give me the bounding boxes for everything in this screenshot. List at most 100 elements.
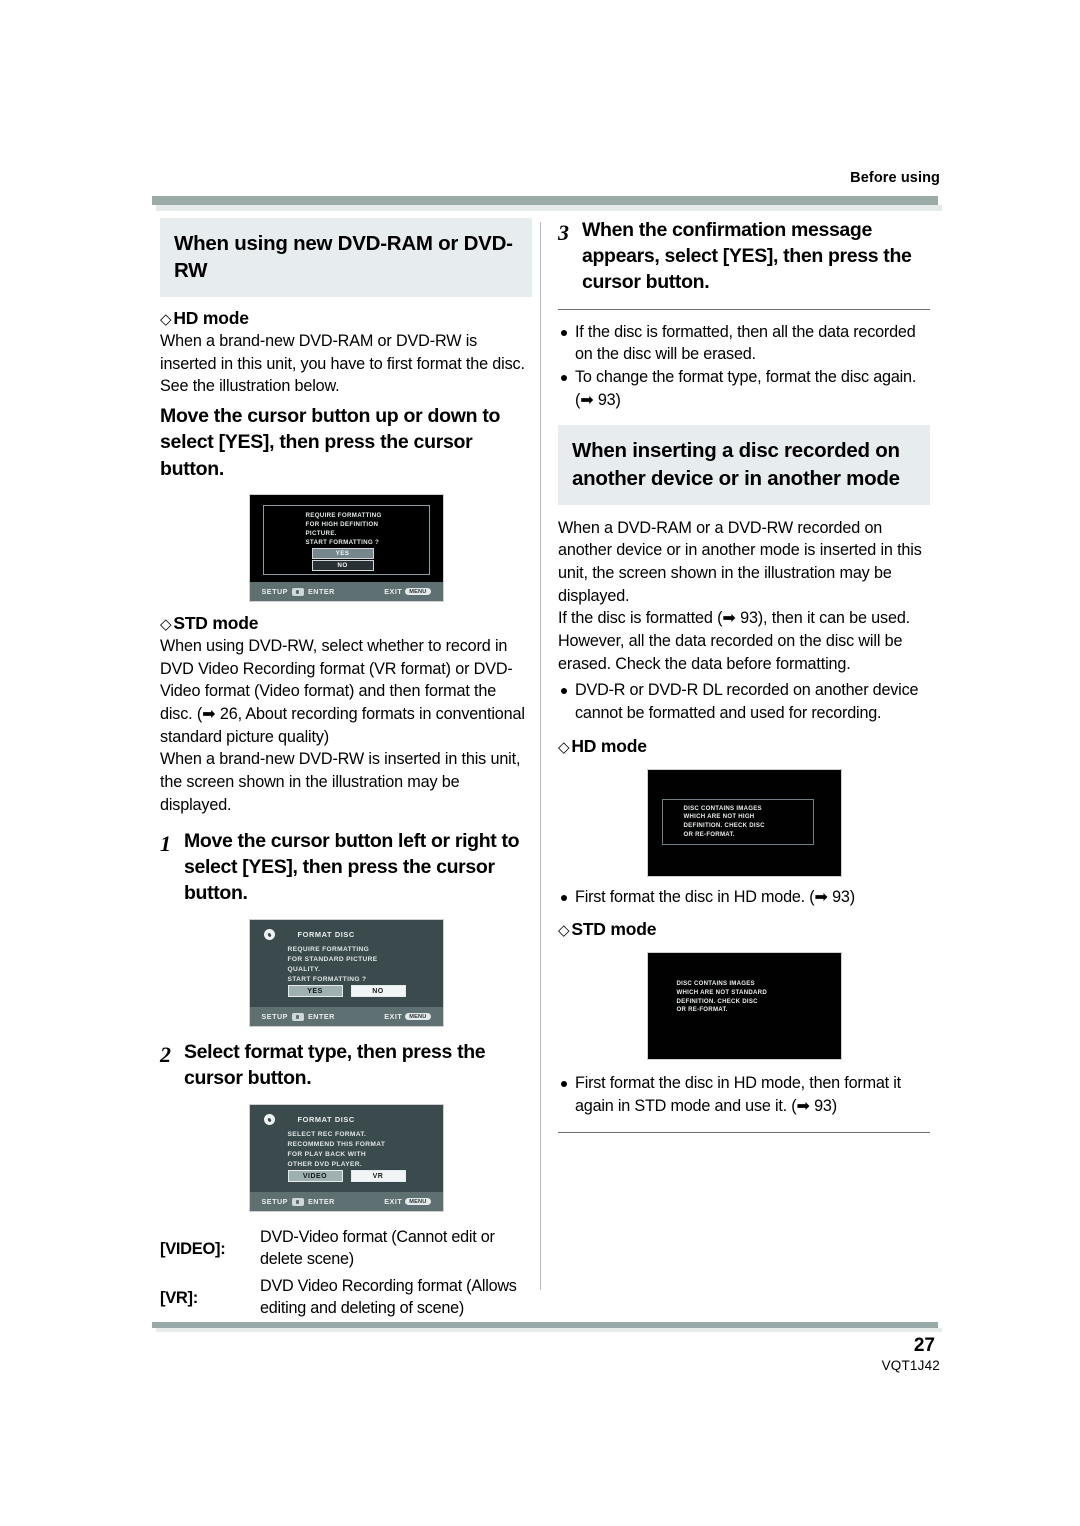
- step-3-notes: If the disc is formatted, then all the d…: [558, 321, 930, 412]
- hd-format-line-2: FOR HIGH DEFINITION: [305, 521, 379, 529]
- page-number: 27: [913, 1335, 935, 1356]
- other-device-body-2: If the disc is formatted (➡ 93), then it…: [558, 609, 911, 673]
- disc-icon: [263, 929, 275, 941]
- hd-format-line-4: START FORMATTING ?: [305, 539, 380, 546]
- subheading-hd-mode: ◇ HD mode: [160, 308, 532, 329]
- document-code: VQT1J42: [881, 1358, 940, 1373]
- step-2-number: 2: [160, 1042, 171, 1068]
- diamond-icon: ◇: [160, 311, 172, 329]
- definition-desc-video: DVD-Video format (Cannot edit or delete …: [260, 1228, 495, 1269]
- step-2-screen: FORMAT DISC SELECT REC FORMAT. RECOMMEND…: [248, 1104, 444, 1213]
- bottom-rule-shadow: [156, 1328, 942, 1332]
- hd-format-footbar: SETUP ENTER EXIT MENU: [249, 582, 443, 602]
- step-1-screen-line-2: FOR STANDARD PICTURE: [287, 956, 378, 964]
- hd-warning-screen: DISC CONTAINS IMAGES WHICH ARE NOT HIGH …: [646, 768, 842, 877]
- step-1-footbar: SETUP ENTER EXIT MENU: [249, 1007, 443, 1027]
- step-2-foot-left: SETUP ENTER: [262, 1197, 335, 1206]
- std-warning-msgbox: DISC CONTAINS IMAGES WHICH ARE NOT STAND…: [656, 975, 824, 1027]
- step-3-number: 3: [558, 220, 569, 245]
- step-2-vr-button[interactable]: VR: [350, 1170, 406, 1183]
- subheading-std-mode-right: ◇ STD mode: [558, 919, 930, 940]
- step-1-screen-wrap: FORMAT DISC REQUIRE FORMATTING FOR STAND…: [160, 919, 532, 1028]
- step-1-foot-exit: EXIT: [384, 1012, 403, 1022]
- step-1-screen-buttons: YES NO: [287, 985, 406, 998]
- step-1-screen: FORMAT DISC REQUIRE FORMATTING FOR STAND…: [248, 919, 444, 1028]
- hd-warning-line-2: WHICH ARE NOT HIGH: [683, 813, 755, 821]
- step-2-screen-line-2: RECOMMEND THIS FORMAT: [287, 1141, 386, 1149]
- step-2-video-button[interactable]: VIDEO: [287, 1170, 343, 1183]
- step-1-no-button[interactable]: NO: [350, 985, 406, 998]
- menu-button-icon: MENU: [405, 1198, 431, 1206]
- step-2-footbar: SETUP ENTER EXIT MENU: [249, 1192, 443, 1212]
- hd-format-foot-enter: ENTER: [307, 587, 335, 597]
- subheading-hd-mode-label: HD mode: [173, 308, 249, 329]
- step-1-yes-button[interactable]: YES: [287, 985, 343, 998]
- definition-term-vr: [VR]:: [160, 1288, 198, 1307]
- step-1-foot-setup: SETUP: [261, 1012, 288, 1022]
- cursor-pad-icon: [291, 587, 304, 596]
- definition-term-video: [VIDEO]:: [160, 1240, 226, 1259]
- left-column: When using new DVD-RAM or DVD-RW ◇ HD mo…: [160, 218, 532, 1323]
- hd-warning-msgbox: DISC CONTAINS IMAGES WHICH ARE NOT HIGH …: [661, 798, 814, 845]
- step-3-note-1: If the disc is formatted, then all the d…: [558, 321, 930, 366]
- hd-format-foot-setup: SETUP: [261, 587, 288, 597]
- step-1-text: Move the cursor button left or right to …: [184, 830, 520, 905]
- format-definitions: [VIDEO]: DVD-Video format (Cannot edit o…: [160, 1226, 532, 1319]
- step-2-text: Select format type, then press the curso…: [184, 1041, 486, 1090]
- step-1-screen-lines: REQUIRE FORMATTING FOR STANDARD PICTURE …: [288, 945, 437, 985]
- hd-warning-line-4: OR RE-FORMAT.: [683, 830, 735, 838]
- subheading-std-mode: ◇ STD mode: [160, 613, 532, 634]
- hd-format-line-3: PICTURE.: [305, 530, 337, 538]
- step-2-screen-line-4: OTHER DVD PLAYER.: [287, 1161, 363, 1169]
- step-3-note-2: To change the format type, format the di…: [558, 366, 930, 411]
- disc-icon: [263, 1114, 275, 1126]
- hd-format-screen-wrap: REQUIRE FORMATTING FOR HIGH DEFINITION P…: [160, 494, 532, 603]
- step-3: 3 When the confirmation message appears,…: [558, 218, 930, 296]
- cursor-pad-icon: [291, 1197, 304, 1206]
- menu-button-icon: MENU: [405, 588, 431, 596]
- step-2-screen-wrap: FORMAT DISC SELECT REC FORMAT. RECOMMEND…: [160, 1104, 532, 1213]
- diamond-icon: ◇: [558, 738, 570, 756]
- subheading-hd-mode-right-label: HD mode: [571, 735, 647, 756]
- step-2-foot-setup: SETUP: [261, 1197, 288, 1207]
- manual-page: Before using When using new DVD-RAM or D…: [0, 0, 1080, 1526]
- hd-warning-notes: First format the disc in HD mode. (➡ 93): [558, 886, 930, 909]
- subheading-std-mode-right-label: STD mode: [571, 919, 657, 940]
- std-warning-screen: DISC CONTAINS IMAGES WHICH ARE NOT STAND…: [646, 952, 842, 1061]
- step-1-screen-line-1: REQUIRE FORMATTING: [287, 946, 370, 954]
- section-heading-new-disc: When using new DVD-RAM or DVD-RW: [160, 218, 532, 298]
- other-device-note-1: DVD-R or DVD-R DL recorded on another de…: [558, 679, 930, 724]
- hd-format-no-button[interactable]: NO: [311, 560, 374, 572]
- step-1-screen-line-4: START FORMATTING ?: [287, 976, 367, 984]
- definition-row-video: [VIDEO]: DVD-Video format (Cannot edit o…: [160, 1226, 532, 1271]
- step-1-screen-title: FORMAT DISC: [297, 930, 355, 940]
- hd-warning-line-3: DEFINITION. CHECK DISC: [683, 821, 765, 829]
- definition-desc-vr: DVD Video Recording format (Allows editi…: [260, 1276, 517, 1318]
- step-2-foot-exit: EXIT: [384, 1197, 403, 1207]
- other-device-body-1: When a DVD-RAM or a DVD-RW recorded on a…: [558, 518, 922, 605]
- hd-format-yes-button[interactable]: YES: [311, 548, 374, 560]
- right-column: 3 When the confirmation message appears,…: [558, 218, 930, 1133]
- step-2-screen-lines: SELECT REC FORMAT. RECOMMEND THIS FORMAT…: [288, 1130, 437, 1170]
- hd-format-foot-left: SETUP ENTER: [262, 587, 335, 596]
- step-1-number: 1: [160, 831, 171, 857]
- std-warning-line-1: DISC CONTAINS IMAGES: [676, 980, 755, 988]
- cursor-pad-icon: [291, 1012, 304, 1021]
- definition-row-vr: [VR]: DVD Video Recording format (Allows…: [160, 1275, 532, 1320]
- hd-warning-screen-wrap: DISC CONTAINS IMAGES WHICH ARE NOT HIGH …: [558, 768, 930, 877]
- column-divider: [540, 222, 541, 1290]
- step-2-screen-line-1: SELECT REC FORMAT.: [287, 1131, 367, 1139]
- hd-instruction: Move the cursor button up or down to sel…: [160, 405, 501, 480]
- step-1: 1 Move the cursor button left or right t…: [160, 829, 532, 907]
- subheading-std-mode-label: STD mode: [173, 613, 259, 634]
- std-mode-body-2: When a brand-new DVD-RW is inserted in t…: [160, 750, 521, 814]
- hd-format-line-1: REQUIRE FORMATTING: [305, 512, 382, 520]
- step-2-screen-title: FORMAT DISC: [297, 1115, 355, 1125]
- std-mode-body-1: When using DVD-RW, select whether to rec…: [160, 637, 525, 746]
- other-device-notes: DVD-R or DVD-R DL recorded on another de…: [558, 679, 930, 724]
- hd-format-foot-right: EXIT MENU: [384, 587, 431, 596]
- std-warning-line-3: DEFINITION. CHECK DISC: [676, 997, 758, 1005]
- hd-format-screen: REQUIRE FORMATTING FOR HIGH DEFINITION P…: [248, 494, 444, 603]
- diamond-icon: ◇: [558, 922, 570, 940]
- diamond-icon: ◇: [160, 616, 172, 634]
